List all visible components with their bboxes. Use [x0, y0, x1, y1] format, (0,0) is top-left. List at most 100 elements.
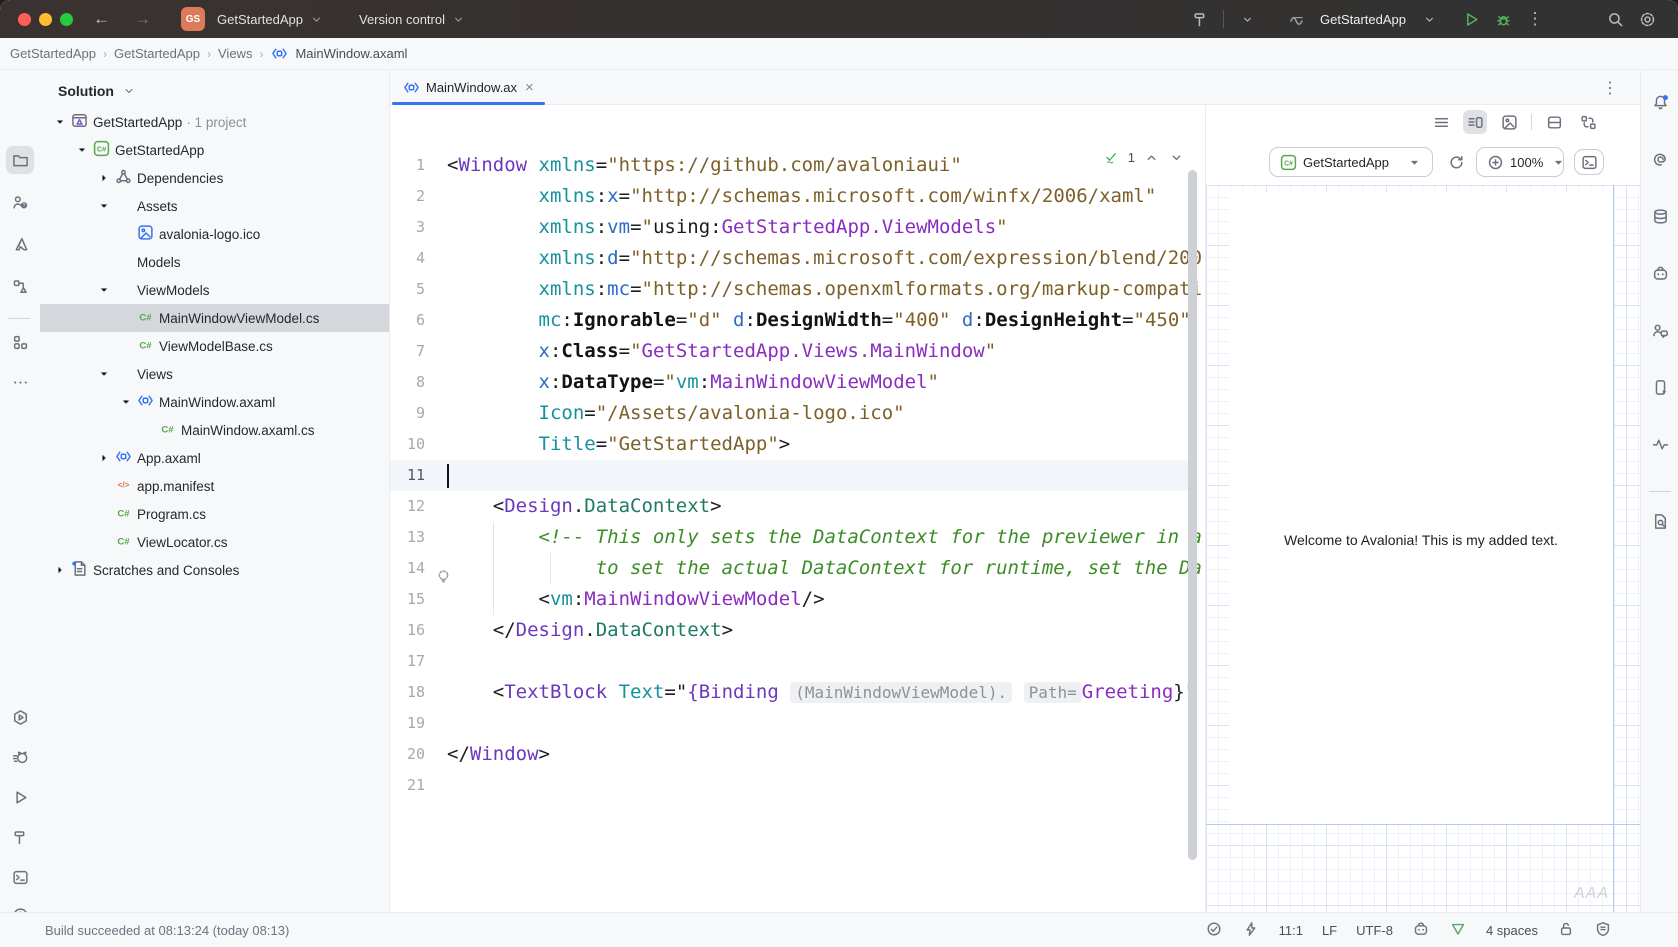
previewer-terminal-button[interactable] [1574, 149, 1604, 175]
settings-gear-icon[interactable] [1638, 10, 1656, 28]
status-widget[interactable]: 11:1 [1279, 923, 1303, 938]
maximize-window-button[interactable] [60, 13, 73, 26]
breadcrumb-item[interactable]: Views [218, 46, 252, 61]
tree-chevron-icon[interactable] [118, 396, 134, 408]
toolwindow-components[interactable] [6, 328, 34, 356]
tree-chevron-icon[interactable] [74, 144, 90, 156]
status-inspections-ok[interactable] [1205, 920, 1223, 940]
tree-item-viewmodelbase-cs[interactable]: C#ViewModelBase.cs [40, 332, 389, 360]
status-power-save[interactable] [1242, 920, 1260, 940]
toolwindow-terminal[interactable] [6, 863, 34, 891]
tree-chevron-icon[interactable] [96, 284, 112, 296]
toolwindow-robot-chat[interactable] [1646, 259, 1674, 287]
run-config-name[interactable]: GetStartedApp [1320, 12, 1406, 27]
tree-item-dependencies[interactable]: Dependencies [40, 164, 389, 192]
toolwindow-ai-assistant-at[interactable] [1646, 145, 1674, 173]
tab-mainwindow-axaml[interactable]: MainWindow.ax × [392, 70, 544, 105]
status-widget[interactable]: LF [1322, 923, 1337, 938]
toolwindow-device-phone[interactable] [1646, 373, 1674, 401]
toolwindow-solution-folder[interactable] [6, 146, 34, 174]
close-window-button[interactable] [18, 13, 31, 26]
tree-chevron-icon[interactable] [96, 200, 112, 212]
horizontal-split-button[interactable] [1542, 110, 1566, 134]
toolwindow-code-with-me[interactable] [1646, 316, 1674, 344]
toolwindow-profiler-cat[interactable] [6, 743, 34, 771]
tree-item-avalonia-logo-ico[interactable]: avalonia-logo.ico [40, 220, 389, 248]
vcs-widget[interactable]: Version control [359, 10, 467, 28]
tree-item-getstartedapp[interactable]: GetStartedApp · 1 project [40, 108, 389, 136]
toolwindow-structure[interactable] [6, 272, 34, 300]
prev-issue-chevron-icon[interactable] [1142, 148, 1160, 166]
tree-chevron-icon[interactable] [96, 172, 112, 184]
solution-panel-header[interactable]: Solution [40, 70, 389, 108]
toolwindow-services-hexagon-play[interactable] [6, 703, 34, 731]
tree-item-mainwindow-axaml[interactable]: MainWindow.axaml [40, 388, 389, 416]
debug-button[interactable] [1494, 10, 1512, 28]
toolwindow-notifications-bell[interactable] [1646, 88, 1674, 116]
tree-item-mainwindowviewmodel-cs[interactable]: C#MainWindowViewModel.cs [40, 304, 389, 332]
breadcrumb-item[interactable]: GetStartedApp [114, 46, 200, 61]
tab-options-kebab-icon[interactable]: ⋮ [1602, 78, 1618, 98]
swap-panes-button[interactable] [1576, 110, 1600, 134]
toolwindow-azure[interactable] [6, 230, 34, 258]
tree-item-models[interactable]: Models [40, 248, 389, 276]
status-widget[interactable]: 4 spaces [1486, 923, 1538, 938]
chevron-down-icon[interactable] [1420, 10, 1438, 28]
refresh-preview-icon[interactable] [1447, 153, 1465, 171]
toolwindow-documentation-search[interactable] [1646, 507, 1674, 535]
tree-item-assets[interactable]: Assets [40, 192, 389, 220]
previewer-canvas[interactable]: Welcome to Avalonia! This is my added te… [1206, 185, 1640, 912]
tree-item-program-cs[interactable]: C#Program.cs [40, 500, 389, 528]
status-shield[interactable] [1594, 920, 1612, 940]
tree-chevron-icon[interactable] [96, 368, 112, 380]
toolwindow-build-hammer[interactable] [6, 823, 34, 851]
tree-chevron-icon[interactable] [52, 116, 68, 128]
toolwindow-people-help[interactable]: ? [6, 188, 34, 216]
toolwindow-more-ellipsis[interactable] [6, 368, 34, 396]
run-button[interactable] [1462, 10, 1480, 28]
breadcrumb-item[interactable]: GetStartedApp [10, 46, 96, 61]
search-icon[interactable] [1606, 10, 1624, 28]
solution-tree: GetStartedApp · 1 projectC#GetStartedApp… [40, 108, 389, 584]
preview-zoom-dropdown[interactable]: 100% [1476, 147, 1564, 177]
tree-item-viewlocator-cs[interactable]: C#ViewLocator.cs [40, 528, 389, 556]
chevron-down-icon[interactable] [1238, 10, 1256, 28]
tree-item-mainwindow-axaml-cs[interactable]: C#MainWindow.axaml.cs [40, 416, 389, 444]
inspection-widget[interactable]: 1 [1103, 148, 1185, 166]
status-green-triangle[interactable] [1449, 920, 1467, 940]
build-status-message[interactable]: Build succeeded at 08:13:24 (today 08:13… [45, 923, 289, 938]
minimize-window-button[interactable] [39, 13, 52, 26]
status-unlock[interactable] [1557, 920, 1575, 940]
tab-close-icon[interactable]: × [525, 79, 534, 96]
tree-item-views[interactable]: Views [40, 360, 389, 388]
tree-chevron-icon[interactable] [52, 564, 68, 576]
toolwindow-run-play[interactable] [6, 783, 34, 811]
line-number: 21 [390, 770, 431, 801]
svg-text:C#: C# [161, 425, 174, 436]
toolwindow-database[interactable] [1646, 202, 1674, 230]
tree-item-getstartedapp[interactable]: C#GetStartedApp [40, 136, 389, 164]
tree-item-app-manifest[interactable]: </>app.manifest [40, 472, 389, 500]
split-view-button[interactable] [1463, 110, 1487, 134]
toolwindow-monitoring-pulse[interactable] [1646, 430, 1674, 458]
forward-arrow-icon[interactable]: → [134, 9, 151, 29]
previewer-profile-dropdown[interactable]: C# GetStartedApp [1269, 147, 1433, 177]
project-widget[interactable]: GS GetStartedApp [181, 7, 325, 31]
tree-item-viewmodels[interactable]: ViewModels [40, 276, 389, 304]
status-ai-robot[interactable] [1412, 920, 1430, 940]
editor-only-view-button[interactable] [1429, 110, 1453, 134]
preview-only-view-button[interactable] [1497, 110, 1521, 134]
editor-gutter: 123456789101112131415161718192021 [390, 150, 431, 801]
tree-item-scratches-and-consoles[interactable]: Scratches and Consoles [40, 556, 389, 584]
strip-divider [1649, 491, 1671, 492]
status-widget[interactable]: UTF-8 [1356, 923, 1393, 938]
more-actions-kebab-icon[interactable]: ⋮ [1526, 10, 1544, 28]
code-editor[interactable]: 123456789101112131415161718192021 <Windo… [390, 105, 1205, 912]
tree-chevron-icon[interactable] [96, 452, 112, 464]
next-issue-chevron-icon[interactable] [1167, 148, 1185, 166]
back-arrow-icon[interactable]: ← [93, 9, 110, 29]
editor-scrollbar[interactable] [1188, 170, 1197, 860]
tree-item-app-axaml[interactable]: App.axaml [40, 444, 389, 472]
build-hammer-icon[interactable] [1191, 10, 1209, 28]
breadcrumb-item[interactable]: MainWindow.axaml [295, 46, 407, 61]
